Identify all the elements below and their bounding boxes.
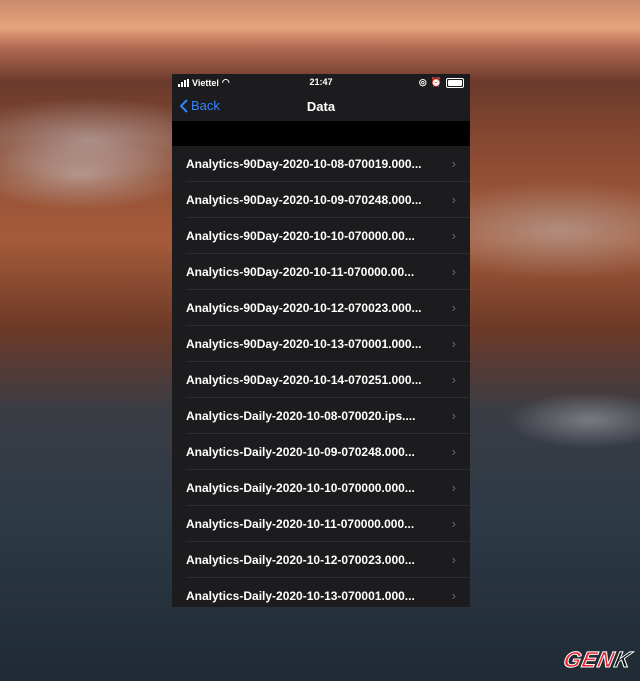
file-name: Analytics-90Day-2020-10-10-070000.00... [186, 228, 415, 243]
file-name: Analytics-90Day-2020-10-12-070023.000... [186, 300, 422, 315]
genk-logo: GENK [561, 647, 635, 673]
file-name: Analytics-90Day-2020-10-13-070001.000... [186, 336, 422, 351]
file-list-item[interactable]: Analytics-Daily-2020-10-08-070020.ips...… [186, 398, 470, 434]
file-list-item[interactable]: Analytics-Daily-2020-10-13-070001.000...… [186, 578, 470, 607]
file-name: Analytics-90Day-2020-10-14-070251.000... [186, 372, 422, 387]
file-name: Analytics-Daily-2020-10-08-070020.ips...… [186, 408, 416, 423]
phone-screen: Viettel ◠ 21:47 ◎ ⏰ Back Data Analytics-… [172, 74, 470, 607]
battery-icon [446, 77, 464, 88]
chevron-right-icon: › [451, 156, 456, 171]
section-header [172, 121, 470, 146]
chevron-right-icon: › [451, 228, 456, 243]
chevron-right-icon: › [451, 300, 456, 315]
page-title: Data [306, 99, 336, 114]
file-name: Analytics-Daily-2020-10-12-070023.000... [186, 552, 415, 567]
file-list-item[interactable]: Analytics-90Day-2020-10-14-070251.000...… [186, 362, 470, 398]
file-list: Analytics-90Day-2020-10-08-070019.000...… [172, 146, 470, 607]
status-bar: Viettel ◠ 21:47 ◎ ⏰ [172, 74, 470, 90]
file-name: Analytics-90Day-2020-10-08-070019.000... [186, 156, 422, 171]
file-name: Analytics-Daily-2020-10-11-070000.000... [186, 516, 415, 531]
chevron-right-icon: › [451, 552, 456, 567]
file-name: Analytics-Daily-2020-10-13-070001.000... [186, 588, 415, 603]
file-list-item[interactable]: Analytics-Daily-2020-10-11-070000.000...… [186, 506, 470, 542]
file-list-item[interactable]: Analytics-90Day-2020-10-09-070248.000...… [186, 182, 470, 218]
chevron-right-icon: › [451, 480, 456, 495]
file-name: Analytics-Daily-2020-10-09-070248.000... [186, 444, 415, 459]
file-list-item[interactable]: Analytics-90Day-2020-10-12-070023.000...… [186, 290, 470, 326]
chevron-right-icon: › [451, 588, 456, 603]
chevron-right-icon: › [451, 516, 456, 531]
file-list-item[interactable]: Analytics-Daily-2020-10-09-070248.000...… [186, 434, 470, 470]
file-name: Analytics-Daily-2020-10-10-070000.000... [186, 480, 415, 495]
chevron-right-icon: › [451, 372, 456, 387]
file-list-item[interactable]: Analytics-Daily-2020-10-12-070023.000...… [186, 542, 470, 578]
orientation-lock-icon: ◎ [418, 77, 427, 87]
file-list-item[interactable]: Analytics-90Day-2020-10-11-070000.00... › [186, 254, 470, 290]
file-list-item[interactable]: Analytics-90Day-2020-10-13-070001.000...… [186, 326, 470, 362]
chevron-right-icon: › [451, 264, 456, 279]
file-name: Analytics-90Day-2020-10-09-070248.000... [186, 192, 422, 207]
chevron-right-icon: › [451, 192, 456, 207]
file-list-item[interactable]: Analytics-90Day-2020-10-08-070019.000...… [186, 146, 470, 182]
chevron-right-icon: › [451, 444, 456, 459]
file-list-item[interactable]: Analytics-Daily-2020-10-10-070000.000...… [186, 470, 470, 506]
chevron-right-icon: › [451, 408, 456, 423]
file-name: Analytics-90Day-2020-10-11-070000.00... [186, 264, 415, 279]
navigation-bar: Back Data [172, 90, 470, 121]
chevron-right-icon: › [451, 336, 456, 351]
file-list-item[interactable]: Analytics-90Day-2020-10-10-070000.00... › [186, 218, 470, 254]
alarm-icon: ⏰ [430, 77, 442, 87]
